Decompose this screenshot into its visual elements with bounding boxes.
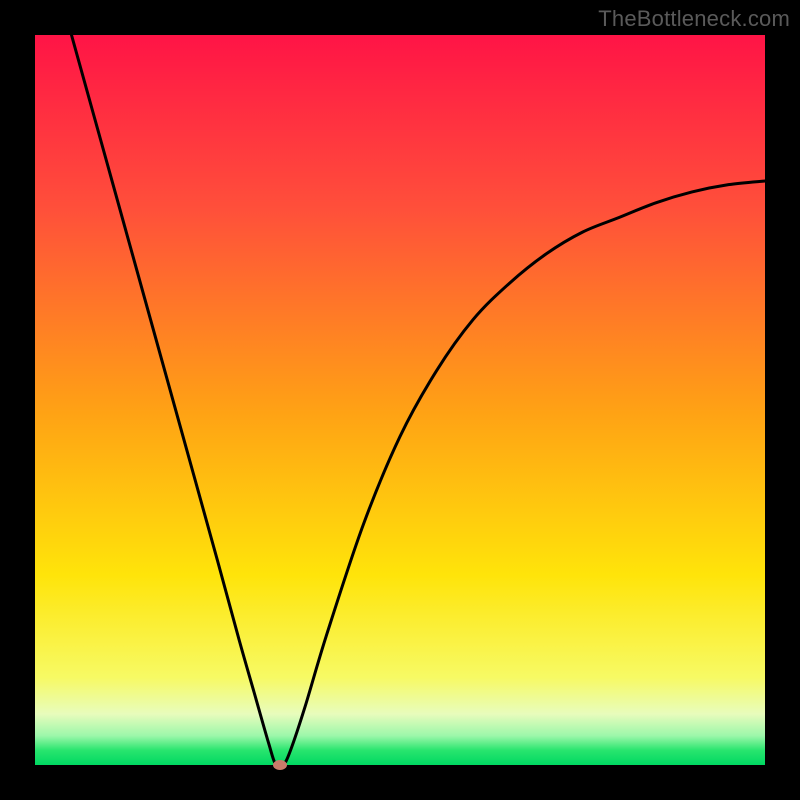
watermark-text: TheBottleneck.com xyxy=(598,6,790,32)
curve-path xyxy=(72,35,766,767)
plot-area xyxy=(35,35,765,765)
optimal-point-marker xyxy=(273,760,287,770)
bottleneck-curve xyxy=(35,35,765,765)
chart-frame: TheBottleneck.com xyxy=(0,0,800,800)
